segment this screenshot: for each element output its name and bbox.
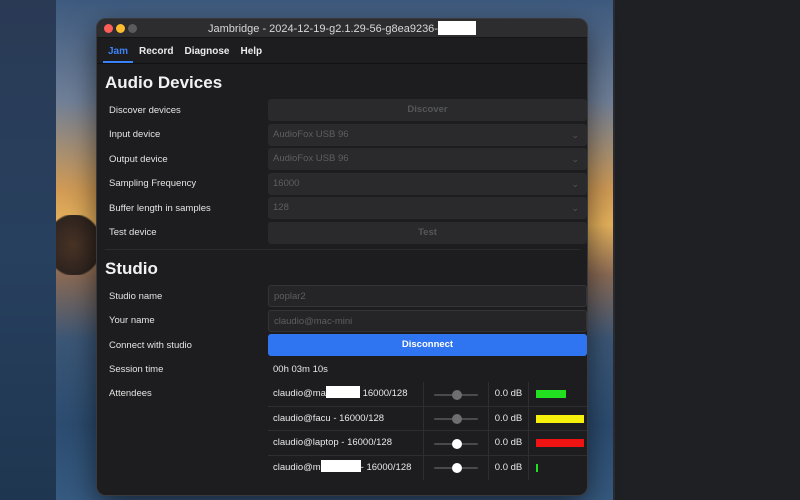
level-meter <box>529 456 587 481</box>
tab-diagnose[interactable]: Diagnose <box>179 46 234 63</box>
attendee-row: claudio@m - 16000/128 0.0 dB <box>268 455 587 481</box>
test-device-row: Test device Test <box>105 221 587 246</box>
attendee-gain-db: 0.0 dB <box>489 406 529 430</box>
volume-slider[interactable] <box>424 431 489 455</box>
chevron-down-icon: ⌄ <box>571 154 579 165</box>
sampling-frequency-row: Sampling Frequency 16000 ⌄ <box>105 172 587 197</box>
sampling-frequency-select[interactable]: 16000 ⌄ <box>268 172 587 195</box>
tab-help[interactable]: Help <box>235 46 267 63</box>
attendee-name-suffix: - 16000/128 <box>360 461 412 473</box>
input-device-value: AudioFox USB 96 <box>273 128 349 140</box>
slider-knob[interactable] <box>451 463 462 473</box>
test-device-label: Test device <box>109 227 157 239</box>
attendee-name-text: claudio@ma <box>273 388 326 399</box>
attendee-name-text: claudio@laptop - 16000/128 <box>273 437 392 448</box>
wallpaper-rock <box>56 215 101 275</box>
input-device-label: Input device <box>109 129 161 141</box>
studio-name-row: Studio name poplar2 <box>105 284 587 309</box>
connect-label: Connect with studio <box>109 339 192 351</box>
section-title-audio-devices: Audio Devices <box>105 73 223 92</box>
attendee-gain-db: 0.0 dB <box>489 382 529 406</box>
discover-label: Discover devices <box>109 104 181 116</box>
input-device-select[interactable]: AudioFox USB 96 ⌄ <box>268 123 587 146</box>
buffer-length-value: 128 <box>273 202 289 214</box>
level-meter-bar <box>536 390 566 398</box>
attendee-gain-db: 0.0 dB <box>489 455 529 480</box>
output-device-value: AudioFox USB 96 <box>273 153 349 165</box>
redaction-box <box>320 459 361 472</box>
buffer-length-row: Buffer length in samples 128 ⌄ <box>105 196 587 221</box>
studio-name-input[interactable]: poplar2 <box>268 285 587 308</box>
attendee-gain-db: 0.0 dB <box>489 431 529 455</box>
session-time-row: Session time 00h 03m 10s <box>105 358 580 383</box>
attendee-name: claudio@ma 16000/128 <box>268 382 424 406</box>
attendee-name: claudio@facu - 16000/128 <box>268 406 424 430</box>
sampling-frequency-label: Sampling Frequency <box>109 178 197 190</box>
menu-bar: Jam Record Diagnose Help <box>97 38 587 64</box>
section-title-studio: Studio <box>105 259 158 278</box>
test-button[interactable]: Test <box>268 221 587 244</box>
volume-slider[interactable] <box>424 406 489 430</box>
sampling-frequency-value: 16000 <box>273 177 300 189</box>
slider-knob[interactable] <box>451 414 462 424</box>
level-meter <box>529 382 587 406</box>
attendee-name: claudio@laptop - 16000/128 <box>268 431 424 455</box>
attendee-name-text: claudio@m <box>273 461 321 473</box>
session-time-value: 00h 03m 10s <box>273 364 328 376</box>
attendee-name-text: claudio@facu - 16000/128 <box>273 412 385 424</box>
discover-row: Discover devices Discover <box>105 98 587 123</box>
tab-record[interactable]: Record <box>134 46 178 63</box>
title-bar[interactable]: Jambridge - 2024-12-19-g2.1.29-56-g8ea92… <box>97 19 587 38</box>
chevron-down-icon: ⌄ <box>571 203 579 214</box>
disconnect-button[interactable]: Disconnect <box>268 334 587 357</box>
tab-jam[interactable]: Jam <box>103 46 134 63</box>
level-meter-bar <box>536 414 584 423</box>
attendee-name-suffix: 16000/128 <box>359 388 408 399</box>
connect-row: Connect with studio Disconnect <box>105 333 587 358</box>
output-device-label: Output device <box>109 153 168 165</box>
chevron-down-icon: ⌄ <box>571 129 579 140</box>
window-title: Jambridge - 2024-12-19-g2.1.29-56-g8ea92… <box>97 21 587 35</box>
window-edge <box>613 0 615 500</box>
redaction-box <box>325 386 360 398</box>
level-meter-bar <box>536 463 538 472</box>
session-time-label: Session time <box>109 364 164 376</box>
desktop-background-left <box>0 0 56 500</box>
volume-slider[interactable] <box>424 455 489 480</box>
discover-button[interactable]: Discover <box>268 99 587 122</box>
redaction-box <box>437 21 476 35</box>
level-meter <box>529 431 587 455</box>
attendees-label: Attendees <box>109 388 152 399</box>
attendee-row: claudio@ma 16000/128 0.0 dB <box>268 382 587 407</box>
input-device-row: Input device AudioFox USB 96 ⌄ <box>105 123 587 148</box>
studio-name-label: Studio name <box>109 290 163 302</box>
buffer-length-select[interactable]: 128 ⌄ <box>268 197 587 220</box>
your-name-row: Your name claudio@mac-mini <box>105 309 587 334</box>
slider-knob[interactable] <box>451 438 462 449</box>
level-meter-bar <box>536 439 584 447</box>
main-content: Audio Devices Discover devices Discover … <box>97 64 587 486</box>
attendee-name: claudio@m - 16000/128 <box>268 455 424 480</box>
your-name-label: Your name <box>109 315 155 327</box>
window-title-text: Jambridge - 2024-12-19-g2.1.29-56-g8ea92… <box>208 23 438 35</box>
buffer-length-label: Buffer length in samples <box>109 202 211 214</box>
chevron-down-icon: ⌄ <box>571 178 579 189</box>
attendees-section: Attendees claudio@ma 16000/128 0.0 dB clau… <box>105 382 587 486</box>
volume-slider[interactable] <box>424 382 489 406</box>
your-name-input[interactable]: claudio@mac-mini <box>268 309 587 332</box>
output-device-row: Output device AudioFox USB 96 ⌄ <box>105 147 587 172</box>
slider-knob[interactable] <box>451 389 462 400</box>
app-window: Jambridge - 2024-12-19-g2.1.29-56-g8ea92… <box>97 19 587 495</box>
desktop-background-right <box>613 0 800 500</box>
attendee-row: claudio@facu - 16000/128 0.0 dB <box>268 406 587 431</box>
output-device-select[interactable]: AudioFox USB 96 ⌄ <box>268 148 587 171</box>
attendee-row: claudio@laptop - 16000/128 0.0 dB <box>268 431 587 456</box>
level-meter <box>529 407 587 431</box>
